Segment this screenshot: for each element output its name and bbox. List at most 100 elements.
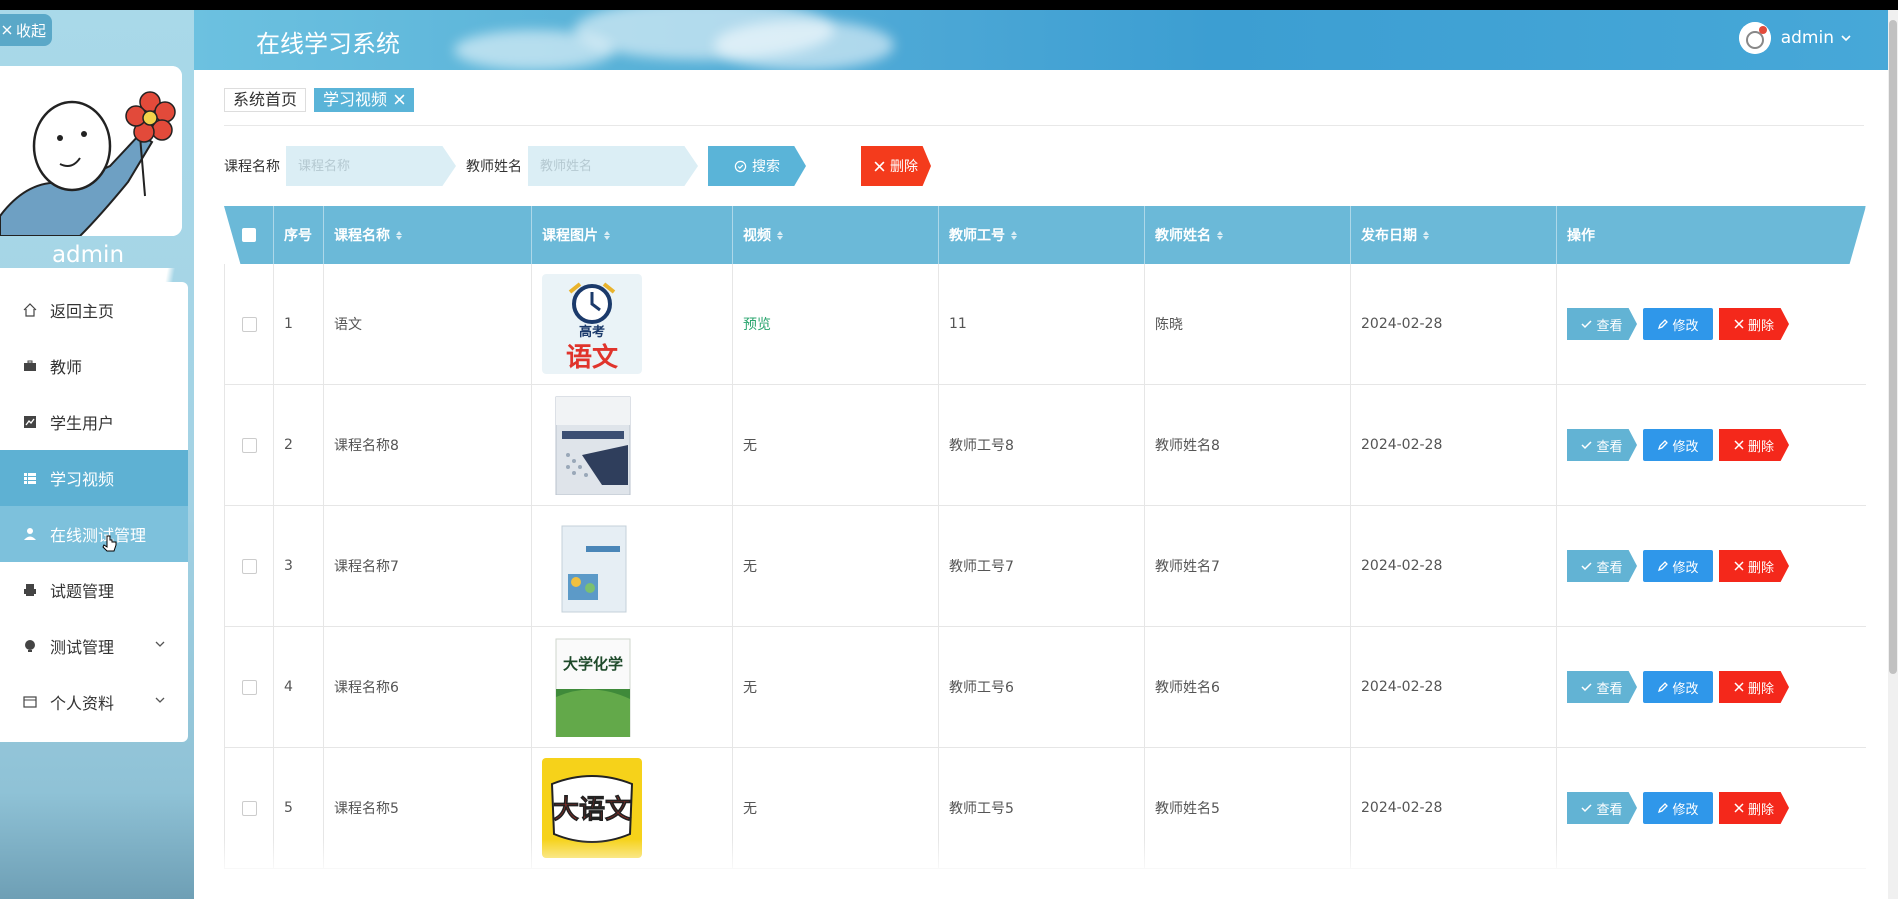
check-icon bbox=[1581, 440, 1593, 449]
row-course-name: 课程名称8 bbox=[324, 385, 532, 505]
course-image[interactable]: 高考 语文 bbox=[542, 274, 642, 374]
close-icon bbox=[1734, 561, 1744, 571]
sidebar-item-label: 学习视频 bbox=[50, 470, 115, 489]
teacher-name-input[interactable] bbox=[528, 146, 698, 186]
delete-label: 删除 bbox=[1747, 318, 1774, 334]
delete-button[interactable]: 删除 bbox=[1719, 550, 1789, 582]
close-icon[interactable] bbox=[394, 94, 405, 105]
row-date: 2024-02-28 bbox=[1351, 506, 1557, 626]
card-icon bbox=[22, 694, 38, 710]
view-button[interactable]: 查看 bbox=[1567, 792, 1637, 824]
course-image[interactable] bbox=[542, 516, 642, 616]
delete-button[interactable]: 删除 bbox=[1719, 671, 1789, 703]
screen-top-bar bbox=[0, 0, 1898, 10]
sidebar-item-profile[interactable]: 个人资料 bbox=[0, 674, 188, 730]
row-checkbox[interactable] bbox=[241, 558, 257, 574]
table-row: 4 课程名称6 大学化学 无 教师工号6 教师姓名6 2024-02-28 查看… bbox=[224, 627, 1866, 748]
row-index: 5 bbox=[274, 748, 324, 868]
course-image[interactable]: 大语文 bbox=[542, 758, 642, 858]
sort-icon[interactable] bbox=[1217, 230, 1223, 240]
sidebar-item-students[interactable]: 学生用户 bbox=[0, 394, 188, 450]
close-icon bbox=[1734, 319, 1744, 329]
row-checkbox[interactable] bbox=[241, 316, 257, 332]
course-name-label: 课程名称 bbox=[224, 159, 280, 175]
tab-home[interactable]: 系统首页 bbox=[224, 88, 307, 112]
sidebar: 收起 admin 返回主页 教师 学生用户 学习视频 在线测试管理 试题管理 测… bbox=[0, 10, 194, 899]
sidebar-item-tests[interactable]: 测试管理 bbox=[0, 618, 188, 674]
sidebar-item-online-test[interactable]: 在线测试管理 bbox=[0, 506, 188, 562]
course-name-input[interactable] bbox=[286, 146, 456, 186]
tab-videos[interactable]: 学习视频 bbox=[314, 88, 415, 112]
sort-icon[interactable] bbox=[396, 230, 402, 240]
row-video: 无 bbox=[733, 385, 939, 505]
batch-delete-button[interactable]: 删除 bbox=[861, 146, 931, 186]
sort-icon[interactable] bbox=[1423, 230, 1429, 240]
row-video: 无 bbox=[733, 627, 939, 747]
select-all-cell bbox=[224, 206, 274, 264]
user-menu-name: admin bbox=[1780, 28, 1834, 48]
collapse-button[interactable]: 收起 bbox=[0, 14, 52, 46]
edit-button[interactable]: 修改 bbox=[1643, 550, 1713, 582]
edit-button[interactable]: 修改 bbox=[1643, 792, 1713, 824]
table-row: 1 语文 高考 语文 预览 11 陈晓 2024-02-28 查看 修改 删除 bbox=[224, 264, 1866, 385]
pencil-icon bbox=[1658, 802, 1669, 813]
check-icon bbox=[1581, 682, 1593, 691]
table-row: 3 课程名称7 无 教师工号7 教师姓名7 2024-02-28 查看 修改 删… bbox=[224, 506, 1866, 627]
sidebar-item-teacher[interactable]: 教师 bbox=[0, 338, 188, 394]
edit-button[interactable]: 修改 bbox=[1643, 429, 1713, 461]
tab-videos-label: 学习视频 bbox=[323, 90, 388, 109]
close-icon bbox=[1734, 803, 1744, 813]
sidebar-item-home[interactable]: 返回主页 bbox=[0, 282, 188, 338]
check-icon bbox=[1581, 561, 1593, 570]
batch-delete-label: 删除 bbox=[890, 158, 918, 174]
scrollbar-thumb[interactable] bbox=[1889, 20, 1897, 674]
view-button[interactable]: 查看 bbox=[1567, 671, 1637, 703]
video-preview-link[interactable]: 预览 bbox=[743, 314, 771, 334]
view-button[interactable]: 查看 bbox=[1567, 550, 1637, 582]
col-video[interactable]: 视频 bbox=[733, 206, 939, 264]
col-teacher-id[interactable]: 教师工号 bbox=[939, 206, 1145, 264]
select-all-checkbox[interactable] bbox=[241, 228, 256, 242]
table-row: 2 课程名称8 无 教师工号8 教师姓名8 2024-02-28 查看 修改 删… bbox=[224, 385, 1866, 506]
col-teacher-name[interactable]: 教师姓名 bbox=[1145, 206, 1351, 264]
user-avatar-card bbox=[0, 66, 182, 236]
delete-label: 删除 bbox=[1747, 439, 1774, 455]
view-label: 查看 bbox=[1596, 439, 1623, 455]
sort-icon[interactable] bbox=[604, 230, 610, 240]
header-cloud-decoration bbox=[454, 30, 614, 70]
view-label: 查看 bbox=[1596, 802, 1623, 818]
user-menu[interactable]: admin bbox=[1738, 22, 1852, 54]
close-icon bbox=[874, 161, 885, 171]
sidebar-item-questions[interactable]: 试题管理 bbox=[0, 562, 188, 618]
pencil-icon bbox=[1658, 681, 1669, 692]
row-checkbox[interactable] bbox=[241, 679, 257, 695]
briefcase-icon bbox=[22, 358, 38, 374]
delete-button[interactable]: 删除 bbox=[1719, 308, 1789, 340]
search-button[interactable]: 搜索 bbox=[708, 146, 806, 186]
grid-icon bbox=[22, 470, 38, 486]
view-button[interactable]: 查看 bbox=[1567, 308, 1637, 340]
col-video-label: 视频 bbox=[743, 228, 771, 244]
sort-icon[interactable] bbox=[1011, 230, 1017, 240]
col-date[interactable]: 发布日期 bbox=[1351, 206, 1557, 264]
course-image[interactable]: 大学化学 bbox=[542, 637, 642, 737]
delete-button[interactable]: 删除 bbox=[1719, 792, 1789, 824]
sidebar-item-videos[interactable]: 学习视频 bbox=[0, 450, 188, 506]
edit-button[interactable]: 修改 bbox=[1643, 671, 1713, 703]
view-button[interactable]: 查看 bbox=[1567, 429, 1637, 461]
row-teacher-id: 教师工号7 bbox=[939, 506, 1145, 626]
delete-button[interactable]: 删除 bbox=[1719, 429, 1789, 461]
edit-button[interactable]: 修改 bbox=[1643, 308, 1713, 340]
sort-icon[interactable] bbox=[777, 230, 783, 240]
course-image[interactable] bbox=[542, 395, 642, 495]
row-teacher-id: 教师工号8 bbox=[939, 385, 1145, 505]
close-icon bbox=[1734, 682, 1744, 692]
row-checkbox[interactable] bbox=[241, 437, 257, 453]
row-course-name: 语文 bbox=[324, 264, 532, 384]
col-image[interactable]: 课程图片 bbox=[532, 206, 733, 264]
col-course[interactable]: 课程名称 bbox=[324, 206, 532, 264]
sidebar-menu: 返回主页 教师 学生用户 学习视频 在线测试管理 试题管理 测试管理 个人资料 bbox=[0, 268, 188, 742]
row-checkbox[interactable] bbox=[241, 800, 257, 816]
thumb-text: 语文 bbox=[566, 342, 619, 373]
page-scrollbar[interactable] bbox=[1888, 10, 1898, 899]
